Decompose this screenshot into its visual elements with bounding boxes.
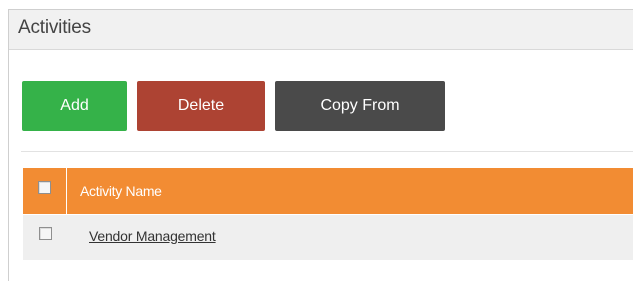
table-row: Vendor Management xyxy=(23,214,633,260)
panel-title: Activities xyxy=(18,16,91,38)
activity-name-cell: Vendor Management xyxy=(67,213,633,258)
add-button[interactable]: Add xyxy=(22,81,127,131)
activities-table: Activity Name Vendor Management xyxy=(23,168,633,260)
copy-from-button[interactable]: Copy From xyxy=(275,81,445,131)
select-all-checkbox-icon[interactable] xyxy=(38,180,51,194)
table-header-row: Activity Name xyxy=(23,168,633,214)
row-select-cell xyxy=(23,215,67,260)
toolbar: Add Delete Copy From xyxy=(22,81,445,131)
activity-link-vendor-management[interactable]: Vendor Management xyxy=(89,228,216,244)
delete-button[interactable]: Delete xyxy=(137,81,265,131)
column-header-activity-name[interactable]: Activity Name xyxy=(67,168,633,214)
divider xyxy=(21,151,633,152)
panel-header: Activities xyxy=(9,10,633,50)
activities-panel: Activities Add Delete Copy From Activity… xyxy=(8,9,633,281)
header-select-cell xyxy=(23,168,67,214)
row-checkbox-icon[interactable] xyxy=(38,227,52,240)
